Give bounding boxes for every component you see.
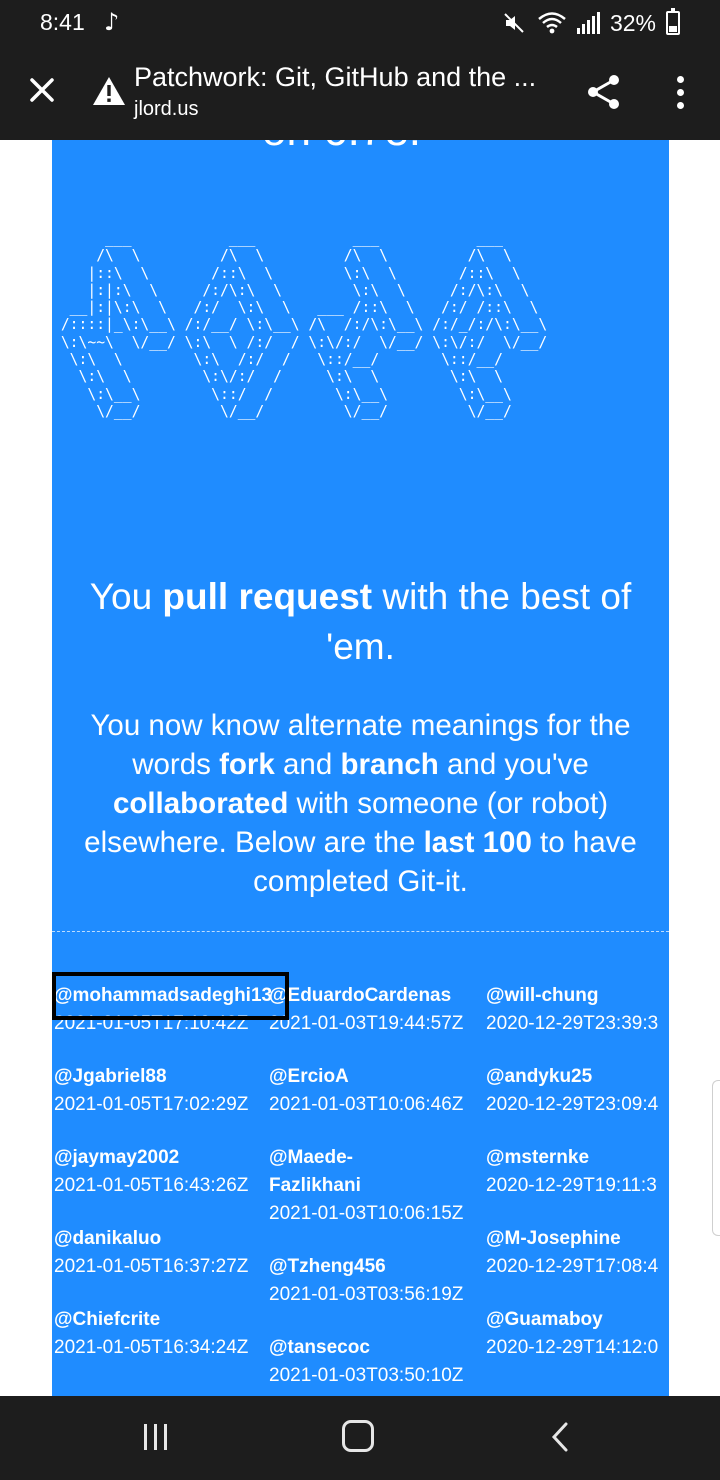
- user-link[interactable]: @andyku25: [486, 1063, 706, 1091]
- status-time: 8:41: [40, 9, 85, 35]
- list-item: @tansecoc 2021-01-03T03:50:10Z: [269, 1334, 489, 1390]
- custom-tab-toolbar: Patchwork: Git, GitHub and the ... jlord…: [0, 46, 720, 140]
- list-item: @Tzheng456 2021-01-03T03:56:19Z: [269, 1253, 489, 1309]
- share-icon[interactable]: [584, 72, 624, 112]
- page-url[interactable]: jlord.us: [134, 98, 198, 121]
- completion-date: 2021-01-05T16:34:24Z: [54, 1337, 249, 1358]
- completion-date: 2021-01-05T16:37:27Z: [54, 1256, 249, 1277]
- list-item: @EduardoCardenas 2021-01-03T19:44:57Z: [269, 982, 489, 1038]
- list-item: @Maede- Fazlikhani 2021-01-03T10:06:15Z: [269, 1144, 489, 1228]
- completion-panel: on 6.7e. ___ ___ ___ ___ /\ \ /\ \ /\ \ …: [52, 140, 669, 1396]
- completion-date: 2021-01-03T03:50:10Z: [269, 1365, 464, 1386]
- back-icon[interactable]: [548, 1420, 572, 1454]
- completion-date: 2021-01-05T16:43:26Z: [54, 1175, 249, 1196]
- list-item: @msternke 2020-12-29T19:11:3: [486, 1144, 706, 1200]
- completion-date: 2021-01-03T19:44:57Z: [269, 1013, 464, 1034]
- completion-date: 2021-01-03T10:06:46Z: [269, 1094, 464, 1115]
- user-link-continued[interactable]: Fazlikhani: [269, 1172, 489, 1200]
- user-link[interactable]: @Maede-: [269, 1144, 489, 1172]
- scroll-handle[interactable]: [712, 1080, 720, 1236]
- list-item: @Jgabriel88 2021-01-05T17:02:29Z: [54, 1063, 274, 1119]
- ascii-art-logo: ___ ___ ___ ___ /\ \ /\ \ /\ \ /\ \ |::\…: [60, 230, 548, 420]
- completion-date: 2020-12-29T23:39:3: [486, 1013, 659, 1034]
- user-link[interactable]: @ErcioA: [269, 1063, 489, 1091]
- user-link[interactable]: @Chiefcrite: [54, 1306, 274, 1334]
- completion-date: 2020-12-29T19:11:3: [486, 1175, 657, 1196]
- home-icon[interactable]: [342, 1420, 374, 1452]
- list-item: @M-Josephine 2020-12-29T17:08:4: [486, 1225, 706, 1281]
- close-icon[interactable]: [22, 70, 62, 110]
- user-link[interactable]: @will-chung: [486, 982, 706, 1010]
- completion-date: 2020-12-29T17:08:4: [486, 1256, 659, 1277]
- navigation-bar: [0, 1396, 720, 1480]
- list-item: @will-chung 2020-12-29T23:39:3: [486, 982, 706, 1038]
- warning-icon[interactable]: [92, 76, 126, 106]
- dashed-divider: [52, 931, 669, 932]
- music-note-icon: ♪: [104, 8, 120, 36]
- completion-date: 2021-01-03T10:06:15Z: [269, 1203, 464, 1224]
- list-item: @danikaluo 2021-01-05T16:37:27Z: [54, 1225, 274, 1281]
- status-bar: 8:41 ♪ 32%: [0, 0, 720, 46]
- user-link[interactable]: @msternke: [486, 1144, 706, 1172]
- user-link[interactable]: @jaymay2002: [54, 1144, 274, 1172]
- completion-date: 2021-01-05T17:02:29Z: [54, 1094, 249, 1115]
- status-icons: 32%: [503, 8, 680, 38]
- completion-date: 2020-12-29T14:12:0: [486, 1337, 659, 1358]
- completion-date: 2020-12-29T23:09:4: [486, 1094, 659, 1115]
- recents-icon[interactable]: [144, 1424, 172, 1452]
- more-vert-icon[interactable]: [666, 72, 694, 112]
- headline: You pull request with the best of 'em.: [89, 576, 632, 667]
- user-link[interactable]: @Jgabriel88: [54, 1063, 274, 1091]
- web-page: on 6.7e. ___ ___ ___ ___ /\ \ /\ \ /\ \ …: [0, 140, 720, 1396]
- user-link[interactable]: @danikaluo: [54, 1225, 274, 1253]
- battery-icon: [666, 8, 680, 35]
- user-link[interactable]: @tansecoc: [269, 1334, 489, 1362]
- list-item: @ErcioA 2021-01-03T10:06:46Z: [269, 1063, 489, 1119]
- user-link[interactable]: @M-Josephine: [486, 1225, 706, 1253]
- completion-date: 2021-01-03T03:56:19Z: [269, 1284, 464, 1305]
- signal-icon: [576, 12, 600, 34]
- user-link[interactable]: @Tzheng456: [269, 1253, 489, 1281]
- mute-icon: [504, 13, 524, 33]
- user-link[interactable]: @Guamaboy: [486, 1306, 706, 1334]
- list-item: @andyku25 2020-12-29T23:09:4: [486, 1063, 706, 1119]
- cutoff-heading: on 6.7e.: [262, 140, 421, 156]
- focus-highlight-box: [52, 972, 289, 1020]
- list-item: @Guamaboy 2020-12-29T14:12:0: [486, 1306, 706, 1362]
- user-link[interactable]: @EduardoCardenas: [269, 982, 489, 1010]
- wifi-icon: [538, 12, 566, 34]
- page-title[interactable]: Patchwork: Git, GitHub and the ...: [134, 62, 544, 93]
- battery-percent: 32%: [609, 9, 656, 36]
- list-item: @Chiefcrite 2021-01-05T16:34:24Z: [54, 1306, 274, 1362]
- list-item: @jaymay2002 2021-01-05T16:43:26Z: [54, 1144, 274, 1200]
- intro-paragraph: You now know alternate meanings for the …: [84, 709, 637, 898]
